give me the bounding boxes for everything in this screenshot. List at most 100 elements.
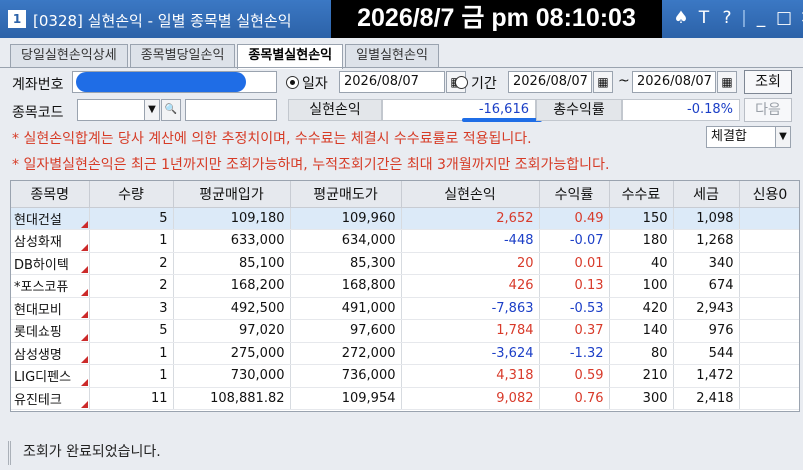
cell-sell: 272,000: [290, 342, 402, 365]
cell-buy: 633,000: [173, 229, 291, 253]
period-from-field[interactable]: 2026/08/07: [508, 71, 592, 93]
cell-fee: 100: [609, 274, 674, 298]
text-size-icon[interactable]: T: [695, 7, 713, 29]
cell-rate: 0.59: [539, 364, 610, 388]
cell-sell: 491,000: [290, 297, 402, 320]
cell-name: DB하이텍: [11, 252, 90, 275]
cell-name: *포스코퓨: [11, 274, 90, 298]
cell-qty: 2: [89, 274, 174, 298]
maximize-icon[interactable]: □: [775, 7, 793, 29]
cell-fee: 80: [609, 342, 674, 365]
stock-code-field[interactable]: [77, 99, 145, 121]
help-icon[interactable]: ?: [718, 7, 736, 29]
cell-qty: 5: [89, 207, 174, 230]
column-header[interactable]: 수익률: [539, 181, 610, 208]
column-header[interactable]: 세금: [673, 181, 740, 208]
title-separator: |: [741, 8, 747, 28]
date-field[interactable]: 2026/08/07: [339, 71, 445, 93]
tab-divider: [0, 67, 803, 68]
cell-qty: 1: [89, 364, 174, 388]
table-row[interactable]: 유진테크 11 108,881.82 109,954 9,082 0.76 300 2,418: [11, 387, 799, 410]
tab-daily-realized-pnl[interactable]: 일별실현손익: [345, 44, 439, 68]
table-row[interactable]: 롯데쇼핑 5 97,020 97,600 1,784 0.37 140 976: [11, 319, 799, 343]
cell-tax: 2,418: [673, 387, 740, 410]
stock-name-field[interactable]: [185, 99, 277, 121]
column-header[interactable]: 신용0: [739, 181, 799, 208]
table-row[interactable]: 현대모비 3 492,500 491,000 -7,863 -0.53 420 2,943: [11, 297, 799, 320]
calendar-icon[interactable]: ▦: [593, 71, 613, 93]
cell-credit: [739, 387, 799, 410]
table-row[interactable]: 현대건설 5 109,180 109,960 2,652 0.49 150 1,098: [11, 207, 799, 230]
calendar-icon[interactable]: ▦: [717, 71, 737, 93]
period-to-field[interactable]: 2026/08/07: [632, 71, 716, 93]
cell-qty: 2: [89, 252, 174, 275]
minimize-icon[interactable]: _: [752, 7, 770, 29]
cell-pnl: 20: [401, 252, 540, 275]
cell-pnl: 9,082: [401, 387, 540, 410]
notice-line-2: * 일자별실현손익은 최근 1년까지만 조회가능하며, 누적조회기간은 최대 3…: [12, 157, 610, 173]
clock-overlay: 2026/8/7 금 pm 08:10:03: [331, 0, 662, 38]
cell-sell: 634,000: [290, 229, 402, 253]
cell-pnl: -3,624: [401, 342, 540, 365]
cell-tax: 544: [673, 342, 740, 365]
cell-name: 삼성화재: [11, 229, 90, 253]
period-radio[interactable]: [455, 76, 468, 89]
search-icon[interactable]: 🔍: [161, 99, 181, 121]
cell-buy: 108,881.82: [173, 387, 291, 410]
title-bar-controls: ♠ T ? | _ □ ✕: [672, 7, 803, 29]
search-button[interactable]: 조회: [744, 70, 792, 94]
column-header[interactable]: 평균매도가: [290, 181, 402, 208]
table-row[interactable]: DB하이텍 2 85,100 85,300 20 0.01 40 340: [11, 252, 799, 275]
cell-tax: 1,268: [673, 229, 740, 253]
table-header: 종목명 수량 평균매입가 평균매도가 실현손익 수익률 수수료 세금 신용0: [11, 181, 799, 208]
cell-sell: 97,600: [290, 319, 402, 343]
column-header[interactable]: 수수료: [609, 181, 674, 208]
status-bar: 조회가 완료되었습니다.: [8, 441, 800, 465]
basis-select[interactable]: 체결합: [706, 126, 776, 148]
column-header[interactable]: 평균매입가: [173, 181, 291, 208]
table-row[interactable]: 삼성화재 1 633,000 634,000 -448 -0.07 180 1,268: [11, 229, 799, 253]
next-button[interactable]: 다음: [744, 98, 792, 122]
table-row[interactable]: 삼성생명 1 275,000 272,000 -3,624 -1.32 80 544: [11, 342, 799, 365]
cell-credit: [739, 252, 799, 275]
cell-credit: [739, 229, 799, 253]
cell-pnl: 2,652: [401, 207, 540, 230]
cell-name: 롯데쇼핑: [11, 319, 90, 343]
cell-name: 현대모비: [11, 297, 90, 320]
date-radio[interactable]: [286, 76, 299, 89]
account-redaction: [76, 72, 246, 92]
cell-tax: 976: [673, 319, 740, 343]
table-row[interactable]: LIG디펜스 1 730,000 736,000 4,318 0.59 210 1,472: [11, 364, 799, 388]
column-header[interactable]: 수량: [89, 181, 174, 208]
tab-stock-daily-pnl[interactable]: 종목별당일손익: [129, 44, 236, 68]
cell-credit: [739, 342, 799, 365]
cell-fee: 300: [609, 387, 674, 410]
cell-credit: [739, 207, 799, 230]
cell-rate: -1.32: [539, 342, 610, 365]
table-row[interactable]: *포스코퓨 2 168,200 168,800 426 0.13 100 674: [11, 274, 799, 298]
cell-credit: [739, 364, 799, 388]
cell-credit: [739, 319, 799, 343]
notice-line-1: * 실현손익합계는 당사 계산에 의한 추정치이며, 수수료는 체결시 수수료률…: [12, 131, 532, 147]
cell-sell: 168,800: [290, 274, 402, 298]
tab-daily-realized-detail[interactable]: 당일실현손익상세: [10, 44, 128, 68]
total-return-label: 총수익률: [536, 99, 622, 121]
font-icon[interactable]: ♠: [672, 7, 690, 29]
window-title: [0328] 실현손익 - 일별 종목별 실현손익: [33, 12, 292, 30]
tab-stock-realized-pnl[interactable]: 종목별실현손익: [237, 44, 344, 69]
cell-credit: [739, 274, 799, 298]
cell-buy: 109,180: [173, 207, 291, 230]
cell-fee: 140: [609, 319, 674, 343]
cell-pnl: 1,784: [401, 319, 540, 343]
cell-buy: 492,500: [173, 297, 291, 320]
close-icon[interactable]: ✕: [798, 7, 803, 29]
column-header[interactable]: 실현손익: [401, 181, 540, 208]
tab-bar: 당일실현손익상세 종목별당일손익 종목별실현손익 일별실현손익: [10, 44, 441, 69]
cell-credit: [739, 297, 799, 320]
column-header[interactable]: 종목명: [11, 181, 90, 208]
cell-buy: 85,100: [173, 252, 291, 275]
chevron-down-icon[interactable]: ▼: [775, 126, 791, 148]
date-radio-label: 일자: [302, 76, 328, 92]
chevron-down-icon[interactable]: ▼: [144, 99, 160, 121]
cell-rate: -0.07: [539, 229, 610, 253]
